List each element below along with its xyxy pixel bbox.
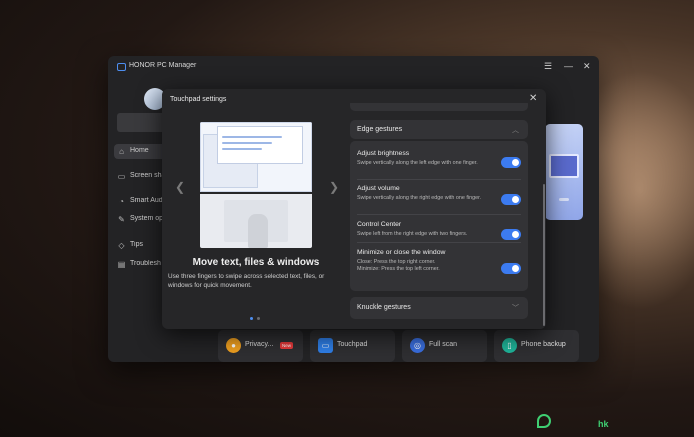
row-description-2: Minimize: Press the top left corner. <box>357 266 440 272</box>
privacy-icon: ● <box>226 338 241 353</box>
control-center-toggle[interactable] <box>501 229 521 240</box>
phone-backup-label: Phone backup <box>521 341 566 348</box>
gesture-preview-image <box>200 122 312 248</box>
adjust-volume-toggle[interactable] <box>501 194 521 205</box>
row-title: Minimize or close the window <box>357 249 446 256</box>
promo-banner[interactable] <box>545 124 583 220</box>
watermark-logo-icon <box>537 414 551 428</box>
full-scan-card[interactable]: ◎ Full scan <box>402 330 487 362</box>
hand-icon <box>248 214 268 248</box>
system-optimization-icon: ✎ <box>118 215 125 224</box>
row-description: Swipe left from the right edge with two … <box>357 231 468 237</box>
edge-gestures-card: Adjust brightness Swipe vertically along… <box>350 141 528 291</box>
full-scan-icon: ◎ <box>410 338 425 353</box>
row-title: Control Center <box>357 221 402 228</box>
phone-backup-card[interactable]: ▯ Phone backup <box>494 330 579 362</box>
minimize-close-window-toggle[interactable] <box>501 263 521 274</box>
chevron-up-icon: ︿ <box>512 127 519 134</box>
screen-share-icon: ▭ <box>117 172 126 181</box>
smart-audio-icon: ◔ <box>119 197 124 206</box>
privacy-label: Privacy... <box>245 341 274 348</box>
row-description: Swipe vertically along the left edge wit… <box>357 160 478 166</box>
app-title: HONOR PC Manager <box>129 62 197 69</box>
new-badge: New <box>280 342 294 349</box>
slide-description: Use three fingers to swipe across select… <box>168 273 325 289</box>
touchpad-label: Touchpad <box>337 341 368 348</box>
menu-icon[interactable]: ☰ <box>544 61 552 71</box>
chevron-right-icon[interactable]: ❯ <box>329 181 339 193</box>
gesture-settings-list: Edge gestures ︿ Adjust brightness Swipe … <box>350 103 530 329</box>
phone-backup-icon: ▯ <box>502 338 517 353</box>
touchpad-settings-dialog: Touchpad settings ✕ ❮ ❯ Move text, files… <box>162 89 546 329</box>
privacy-card[interactable]: ● Privacy... New <box>218 330 303 362</box>
pager-dot[interactable] <box>257 317 260 320</box>
tips-icon: ◇ <box>118 241 125 250</box>
promo-device-image <box>549 154 579 178</box>
preview-window-front <box>217 126 303 164</box>
previous-section-card <box>350 103 528 111</box>
watermark-text: hk <box>598 419 609 429</box>
scrollbar[interactable] <box>543 184 545 326</box>
slide-title: Move text, files & windows <box>192 257 320 268</box>
minimize-icon[interactable]: — <box>564 61 573 71</box>
promo-pager <box>559 198 569 201</box>
knuckle-gestures-header[interactable]: Knuckle gestures ﹀ <box>350 297 528 319</box>
edge-gestures-header[interactable]: Edge gestures ︿ <box>350 120 528 139</box>
troubleshooting-icon: ▤ <box>117 260 126 269</box>
full-scan-label: Full scan <box>429 341 458 348</box>
chevron-left-icon[interactable]: ❮ <box>175 181 185 193</box>
chevron-down-icon: ﹀ <box>512 305 519 312</box>
touchpad-card[interactable]: ▭ Touchpad <box>310 330 395 362</box>
row-description: Close: Press the top right corner. <box>357 259 436 265</box>
touchpad-icon: ▭ <box>318 338 333 353</box>
row-title: Adjust brightness <box>357 150 410 157</box>
honor-logo-icon <box>117 63 126 71</box>
title-bar: HONOR PC Manager ☰ — ✕ <box>108 56 599 78</box>
row-description: Swipe vertically along the right edge wi… <box>357 195 482 201</box>
close-icon[interactable]: ✕ <box>529 93 537 105</box>
section-title: Knuckle gestures <box>357 304 411 311</box>
home-icon: ⌂ <box>119 147 124 156</box>
pager-dot-active[interactable] <box>250 317 253 320</box>
dialog-title: Touchpad settings <box>170 96 227 103</box>
close-icon[interactable]: ✕ <box>583 61 591 71</box>
adjust-brightness-toggle[interactable] <box>501 157 521 168</box>
section-title: Edge gestures <box>357 126 403 133</box>
row-title: Adjust volume <box>357 185 400 192</box>
